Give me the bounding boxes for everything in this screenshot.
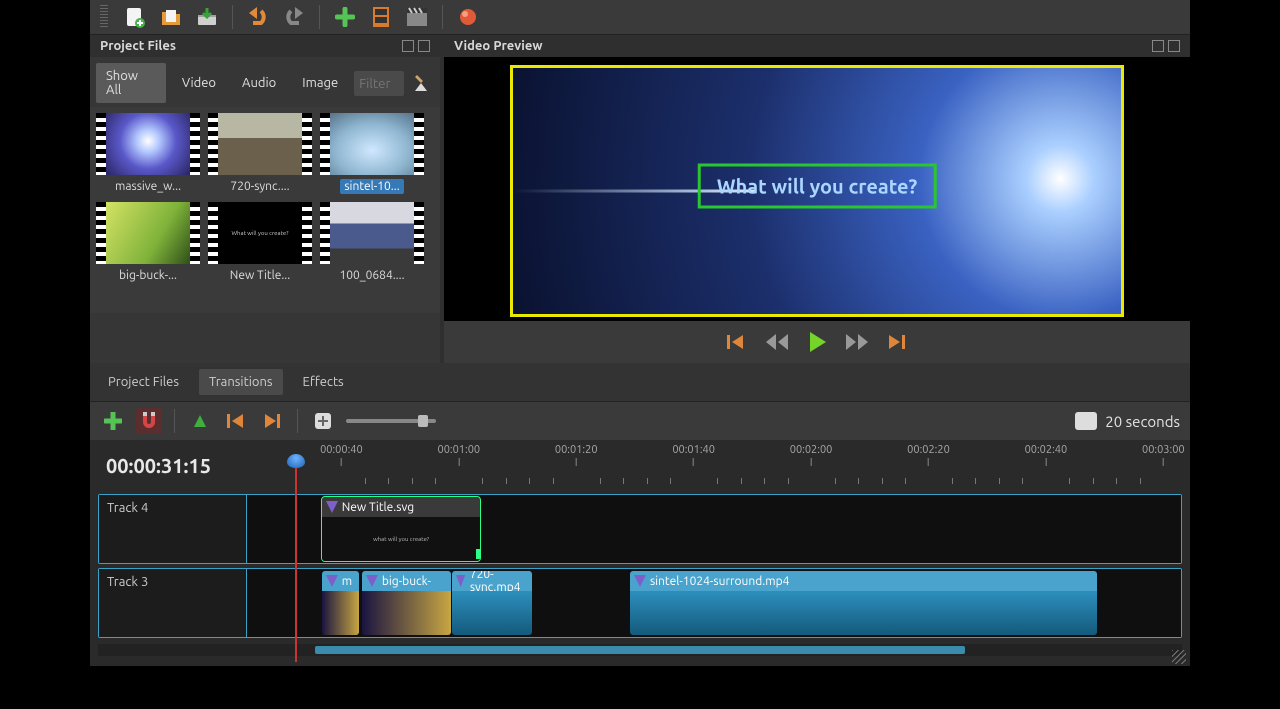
timeline-clip[interactable]: 720-sync.mp4 — [452, 571, 531, 635]
track-body[interactable]: New Title.svgwhat will you create? — [247, 495, 1181, 563]
ruler-tick: 00:02:00 — [790, 444, 833, 466]
file-thumb-label: New Title... — [226, 268, 294, 283]
project-files-header: Project Files — [90, 35, 440, 57]
panel-close-icon[interactable] — [1168, 40, 1180, 52]
file-thumb-label: 100_0684.... — [335, 268, 408, 283]
file-thumb-label: 720-sync.... — [226, 179, 293, 194]
video-preview-panel: Video Preview What will you create? — [440, 35, 1190, 363]
center-playhead-icon[interactable] — [310, 408, 336, 434]
file-thumb[interactable]: massive_w... — [96, 113, 200, 194]
play-icon[interactable] — [805, 331, 829, 353]
snap-magnet-icon[interactable] — [136, 408, 162, 434]
tab-effects[interactable]: Effects — [293, 369, 354, 395]
toolbar-grip[interactable] — [100, 5, 108, 29]
record-icon[interactable] — [455, 4, 481, 30]
panel-close-icon[interactable] — [418, 40, 430, 52]
main-toolbar — [90, 0, 1190, 35]
file-thumb-label: massive_w... — [111, 179, 185, 194]
redo-icon[interactable] — [281, 4, 307, 30]
timeline-clip[interactable]: m — [322, 571, 359, 635]
file-thumb[interactable]: 100_0684.... — [320, 202, 424, 283]
clapper-icon[interactable] — [404, 4, 430, 30]
filter-video[interactable]: Video — [172, 70, 226, 96]
track-header[interactable]: Track 4 — [99, 495, 247, 563]
ruler-tick: 00:00:40 — [320, 444, 363, 466]
tab-transitions[interactable]: Transitions — [199, 369, 283, 395]
jump-end-icon[interactable] — [885, 331, 909, 353]
track-body[interactable]: mbig-buck-720-sync.mp4 sintel-1024-surrou… — [247, 569, 1181, 637]
jump-start-icon[interactable] — [725, 331, 749, 353]
filter-show-all[interactable]: Show All — [96, 63, 166, 103]
file-thumb[interactable]: What will you create?New Title... — [208, 202, 312, 283]
app-window: Project Files Show All Video Audio Image… — [90, 0, 1190, 666]
project-files-title: Project Files — [100, 39, 176, 53]
filter-input[interactable] — [354, 71, 404, 96]
preview-title-overlay[interactable]: What will you create? — [698, 164, 937, 209]
file-thumbnails: massive_w... 720-sync.... sintel-10... big-… — [90, 107, 440, 313]
timeline-clip[interactable]: big-buck- — [362, 571, 451, 635]
file-thumb[interactable]: big-buck-... — [96, 202, 200, 283]
tab-project-files[interactable]: Project Files — [98, 369, 189, 395]
add-icon[interactable] — [332, 4, 358, 30]
resize-grip-icon[interactable] — [1172, 650, 1186, 664]
panels-row: Project Files Show All Video Audio Image… — [90, 35, 1190, 363]
transport-controls — [444, 321, 1190, 363]
file-thumb-label: big-buck-... — [115, 268, 181, 283]
file-thumb[interactable]: 720-sync.... — [208, 113, 312, 194]
fast-forward-icon[interactable] — [845, 331, 869, 353]
filter-image[interactable]: Image — [292, 70, 348, 96]
track-header[interactable]: Track 3 — [99, 569, 247, 637]
open-file-icon[interactable] — [158, 4, 184, 30]
zoom-scale-icon[interactable] — [1075, 412, 1097, 430]
current-time: 00:00:31:15 — [98, 444, 248, 477]
zoom-slider[interactable] — [346, 419, 436, 423]
ruler-tick: 00:02:40 — [1025, 444, 1068, 466]
undo-icon[interactable] — [245, 4, 271, 30]
ruler-tick: 00:01:00 — [437, 444, 480, 466]
preview-body: What will you create? — [444, 57, 1190, 321]
timeline-toolbar: 20 seconds — [90, 401, 1190, 440]
ruler-tick: 00:03:00 — [1142, 444, 1185, 466]
file-thumb-label: sintel-10... — [340, 179, 403, 194]
ruler-tick: 00:01:20 — [555, 444, 598, 466]
prev-marker-icon[interactable] — [223, 408, 249, 434]
timeline-track: Track 4 New Title.svgwhat will you create… — [98, 494, 1182, 564]
video-preview-header: Video Preview — [444, 35, 1190, 57]
video-preview-title: Video Preview — [454, 39, 543, 53]
timeline-track: Track 3 mbig-buck-720-sync.mp4 sintel-1024… — [98, 568, 1182, 638]
panel-undock-icon[interactable] — [402, 40, 414, 52]
marker-icon[interactable] — [187, 408, 213, 434]
project-files-panel: Project Files Show All Video Audio Image… — [90, 35, 440, 363]
timeline: 00:00:31:15 00:00:40 00:01:00 00:01:20 00:0… — [90, 440, 1190, 666]
zoom-label: 20 seconds — [1105, 413, 1180, 430]
ruler-tick: 00:01:40 — [672, 444, 715, 466]
file-filter-row: Show All Video Audio Image — [90, 57, 440, 107]
ruler-tick: 00:02:20 — [907, 444, 950, 466]
rewind-icon[interactable] — [765, 331, 789, 353]
timeline-scrollbar[interactable] — [98, 644, 1182, 656]
timeline-ruler[interactable]: 00:00:31:15 00:00:40 00:01:00 00:01:20 00:0… — [98, 444, 1182, 490]
project-tabs: Project Files Transitions Effects — [90, 363, 1190, 401]
clear-filter-icon[interactable] — [410, 71, 434, 95]
add-track-icon[interactable] — [100, 408, 126, 434]
panel-undock-icon[interactable] — [1152, 40, 1164, 52]
file-thumb[interactable]: sintel-10... — [320, 113, 424, 194]
playhead[interactable] — [295, 462, 297, 662]
next-marker-icon[interactable] — [259, 408, 285, 434]
preview-stage[interactable]: What will you create? — [510, 65, 1124, 317]
save-file-icon[interactable] — [194, 4, 220, 30]
film-icon[interactable] — [368, 4, 394, 30]
new-file-icon[interactable] — [122, 4, 148, 30]
timeline-clip[interactable]: New Title.svgwhat will you create? — [322, 497, 481, 561]
timeline-clip[interactable]: sintel-1024-surround.mp4 — [630, 571, 1097, 635]
filter-audio[interactable]: Audio — [232, 70, 286, 96]
